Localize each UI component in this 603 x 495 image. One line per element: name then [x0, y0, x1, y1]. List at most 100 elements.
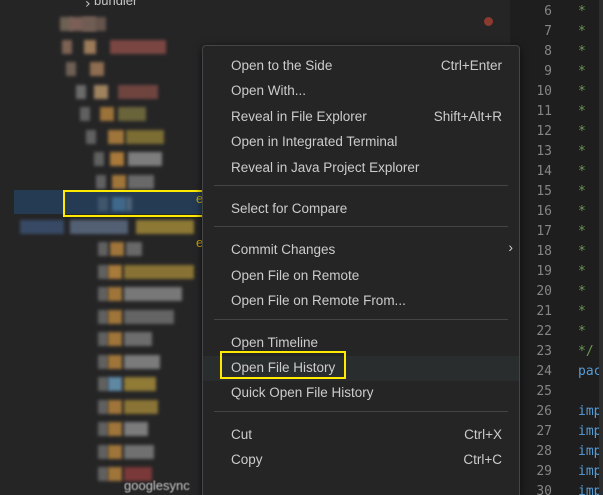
obscured-text-block	[66, 62, 76, 76]
obscured-text-block	[118, 84, 158, 99]
obscured-text-block	[98, 422, 108, 436]
code-line: *	[578, 144, 586, 159]
code-line: *	[578, 84, 586, 99]
obscured-text-block	[98, 354, 108, 369]
menu-separator	[214, 226, 508, 228]
obscured-text-block	[98, 264, 108, 279]
obscured-text-block	[124, 422, 148, 436]
obscured-text-block	[86, 129, 96, 144]
code-line: *	[578, 244, 586, 259]
obscured-text-block	[128, 152, 162, 166]
obscured-text-block	[98, 332, 108, 346]
menu-item-label: Open File on Remote From...	[231, 293, 406, 309]
code-line: *	[578, 124, 586, 139]
menu-item-open-with[interactable]: Open With...	[203, 79, 519, 104]
editor-scrollbar[interactable]	[599, 0, 603, 495]
obscured-text-block	[108, 354, 122, 369]
code-line: *	[578, 204, 586, 219]
obscured-text-block	[84, 39, 96, 54]
obscured-text-block	[110, 152, 124, 166]
menu-separator	[214, 318, 508, 320]
obscured-text-block	[62, 39, 72, 54]
code-line: *	[578, 104, 586, 119]
line-number: 6	[544, 4, 552, 19]
menu-item-copy[interactable]: Copy Ctrl+C	[203, 448, 519, 473]
obscured-text-block	[94, 84, 108, 99]
code-line: *	[578, 284, 586, 299]
menu-item-label: Commit Changes	[231, 242, 336, 258]
code-line: *	[578, 44, 586, 59]
obscured-text-block	[108, 444, 122, 459]
menu-separator	[214, 185, 508, 186]
tree-row[interactable]	[0, 12, 510, 37]
obscured-text-block	[110, 39, 166, 54]
menu-item-cut[interactable]: Cut Ctrl+X	[203, 423, 519, 448]
menu-item-reveal-in-java-project-explorer[interactable]: Reveal in Java Project Explorer	[203, 156, 519, 181]
menu-item-shortcut: Shift+Alt+R	[433, 108, 502, 124]
code-line: *	[578, 4, 586, 19]
obscured-text-block	[112, 174, 126, 189]
code-line: *	[578, 184, 586, 199]
menu-item-reveal-in-file-explorer[interactable]: Reveal in File Explorer Shift+Alt+R	[203, 105, 519, 130]
obscured-text-block	[108, 467, 122, 481]
obscured-text-block	[98, 309, 108, 324]
obscured-text-block	[82, 17, 106, 31]
obscured-text-block	[136, 219, 194, 234]
obscured-text-block	[100, 107, 114, 121]
menu-item-select-for-compare[interactable]: Select for Compare	[203, 197, 519, 222]
menu-item-label: Cut	[231, 426, 253, 442]
obscured-text-block	[98, 377, 108, 391]
annotation-highlight-box	[220, 351, 346, 379]
obscured-text-block	[108, 287, 122, 301]
obscured-text-block	[124, 264, 194, 279]
obscured-text-block	[124, 309, 174, 324]
obscured-text-block	[80, 107, 90, 121]
obscured-text-block	[108, 332, 122, 346]
menu-item-open-to-the-side[interactable]: Open to the Side Ctrl+Enter	[203, 54, 519, 79]
menu-item-label: Copy	[231, 452, 263, 468]
line-number: 7	[544, 24, 552, 39]
menu-item-label: Open Timeline	[231, 334, 319, 350]
menu-item-label: Open in Integrated Terminal	[231, 134, 398, 150]
menu-item-open-in-integrated-terminal[interactable]: Open in Integrated Terminal	[203, 130, 519, 155]
code-editor[interactable]: 6 * 7 * 8 * 9 * 10 * 11 * 12 * 13 * 14 * 15 * 16 * 17 * 18 * 19 * 20…	[510, 0, 603, 495]
obscured-text-block	[98, 287, 108, 301]
obscured-text-block	[126, 129, 164, 144]
menu-item-quick-open-file-history[interactable]: Quick Open File History	[203, 381, 519, 406]
obscured-text-block	[108, 399, 122, 414]
obscured-text-block	[110, 242, 124, 256]
obscured-text-block	[128, 174, 154, 189]
folder-label: bundler	[94, 0, 138, 8]
code-line: *	[578, 64, 586, 79]
chevron-right-icon: ›	[85, 0, 91, 12]
chevron-right-icon: ›	[508, 239, 513, 256]
obscured-text-block	[90, 62, 104, 76]
menu-item-shortcut: Ctrl+X	[464, 426, 502, 442]
menu-item-open-file-on-remote-from[interactable]: Open File on Remote From...	[203, 289, 519, 314]
obscured-text-block	[108, 309, 122, 324]
obscured-text-block	[98, 242, 108, 256]
obscured-text-block	[98, 444, 108, 459]
obscured-text-block	[124, 332, 152, 346]
code-line: *	[578, 224, 586, 239]
obscured-text-block	[126, 242, 142, 256]
obscured-text-block	[124, 444, 154, 459]
menu-item-label: Open File on Remote	[231, 267, 360, 283]
menu-item-label: Reveal in File Explorer	[231, 108, 367, 124]
annotation-highlight-box	[63, 190, 204, 217]
menu-item-open-file-on-remote[interactable]: Open File on Remote	[203, 264, 519, 289]
menu-item-commit-changes[interactable]: Commit Changes ›	[203, 238, 519, 263]
obscured-text-block	[124, 399, 158, 414]
code-line: *	[578, 304, 586, 319]
code-line: *	[578, 324, 586, 339]
obscured-text-block	[94, 152, 104, 166]
obscured-text-block	[108, 422, 122, 436]
menu-item-label: Open With...	[231, 83, 307, 99]
code-line: */	[578, 344, 594, 359]
menu-separator	[214, 410, 508, 412]
menu-item-label: Open to the Side	[231, 58, 333, 73]
obscured-text-block	[20, 219, 64, 234]
obscured-text-block	[118, 107, 146, 121]
obscured-text-block	[124, 287, 182, 301]
obscured-text-block	[108, 377, 122, 391]
